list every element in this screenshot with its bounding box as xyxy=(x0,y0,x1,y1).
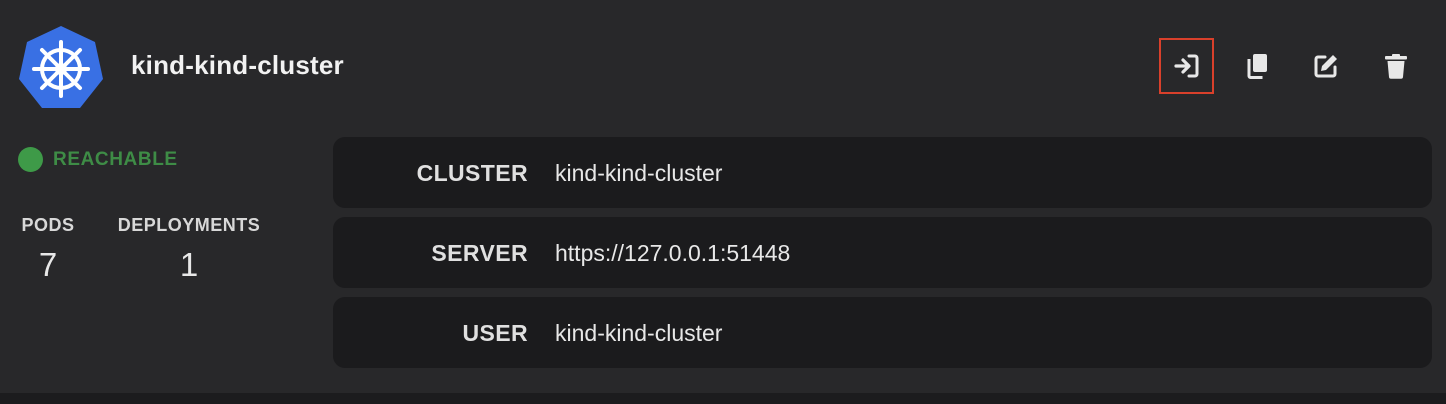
pods-count: 7 xyxy=(38,246,58,283)
deployments-stat: DEPLOYMENTS 1 xyxy=(111,215,267,284)
copy-button[interactable] xyxy=(1229,38,1284,94)
pods-stat: PODS 7 xyxy=(18,215,78,284)
pods-label: PODS xyxy=(21,215,75,235)
deployments-label: DEPLOYMENTS xyxy=(117,215,261,235)
detail-row-user: USER kind-kind-cluster xyxy=(333,297,1432,368)
cluster-card: kind-kind-cluster REACHABLE PODS 7 DEPLO… xyxy=(0,0,1446,393)
status-dot-icon xyxy=(18,147,43,172)
copy-icon xyxy=(1247,54,1267,79)
cluster-title: kind-kind-cluster xyxy=(131,50,344,80)
detail-value-server: https://127.0.0.1:51448 xyxy=(555,240,791,266)
detail-key-cluster: CLUSTER xyxy=(416,160,528,186)
detail-key-server: SERVER xyxy=(431,240,528,266)
detail-row-cluster: CLUSTER kind-kind-cluster xyxy=(333,137,1432,208)
deployments-count: 1 xyxy=(179,246,199,283)
delete-button[interactable] xyxy=(1368,38,1423,94)
detail-row-server: SERVER https://127.0.0.1:51448 xyxy=(333,217,1432,288)
connect-button[interactable] xyxy=(1159,38,1214,94)
reachability-status: REACHABLE xyxy=(18,147,178,172)
bottom-divider xyxy=(0,393,1446,404)
status-label: REACHABLE xyxy=(53,148,178,170)
edit-button[interactable] xyxy=(1298,38,1353,94)
detail-key-user: USER xyxy=(462,320,528,346)
kubernetes-logo-icon xyxy=(19,26,103,108)
trash-icon xyxy=(1384,54,1407,79)
detail-value-cluster: kind-kind-cluster xyxy=(555,160,723,186)
edit-icon xyxy=(1314,55,1337,78)
sign-in-icon xyxy=(1173,54,1198,78)
detail-value-user: kind-kind-cluster xyxy=(555,320,723,346)
